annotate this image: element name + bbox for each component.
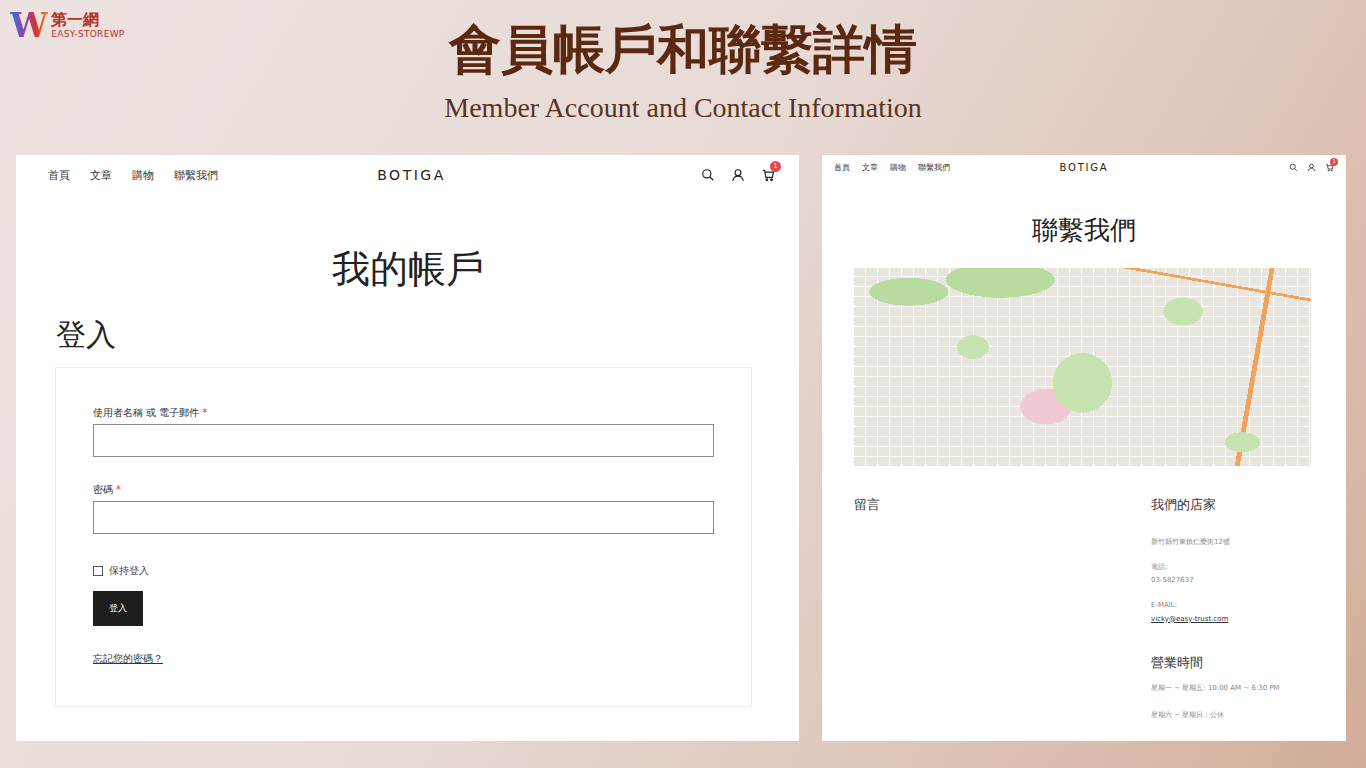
store-address: 新竹縣竹東鎮仁愛街12號 — [1151, 538, 1311, 547]
header-spacer — [922, 0, 1366, 155]
nav-link[interactable]: 聯繫我們 — [918, 162, 950, 173]
nav-link[interactable]: 文章 — [862, 162, 878, 173]
logo-mark: W — [10, 8, 48, 42]
form-field: 使用者名稱 或 電子郵件* — [93, 406, 714, 457]
logo-text: 第一網EASY-STOREWP — [51, 8, 124, 41]
contact-info: 留言我們的店家新竹縣竹東鎮仁愛街12號電話: 03-5827637 E-MAIL: v… — [822, 466, 1346, 720]
search-icon[interactable] — [701, 168, 715, 182]
remember-checkbox[interactable] — [93, 566, 103, 576]
phone-number: 03-5827637 — [1151, 576, 1311, 585]
nav-link[interactable]: 聯繫我們 — [174, 168, 218, 183]
email-label: E-MAIL: — [1151, 601, 1311, 610]
store-heading: 我們的店家 — [1151, 496, 1311, 514]
field-label-text: 使用者名稱 或 電子郵件 — [93, 407, 199, 418]
section-title: 登入 — [16, 317, 799, 353]
text-input[interactable] — [93, 501, 714, 534]
nav-link[interactable]: 首頁 — [48, 168, 70, 183]
slide-subtitle: Member Account and Contact Information — [444, 92, 921, 124]
slide-titles: 會員帳戶和聯繫詳情 Member Account and Contact Info… — [444, 0, 921, 155]
email-link[interactable]: vicky@easy-trust.com — [1151, 615, 1311, 624]
screenshots: 首頁文章購物聯繫我們BOTIGA1我的帳戶登入使用者名稱 或 電子郵件*密碼*保… — [0, 155, 1366, 741]
cart-button[interactable]: 1 — [761, 168, 775, 182]
remember-me[interactable]: 保持登入 — [93, 564, 714, 578]
nav-link[interactable]: 文章 — [90, 168, 112, 183]
slide: W第一網EASY-STOREWP會員帳戶和聯繫詳情Member Account … — [0, 0, 1366, 768]
nav-link[interactable]: 首頁 — [834, 162, 850, 173]
page-title: 聯繫我們 — [822, 215, 1346, 246]
cart-button[interactable]: 1 — [1325, 163, 1334, 172]
contact-screenshot: 首頁文章購物聯繫我們BOTIGA1聯繫我們留言我們的店家新竹縣竹東鎮仁愛街12號… — [822, 155, 1346, 741]
nav-link[interactable]: 購物 — [132, 168, 154, 183]
field-label-text: 密碼 — [93, 484, 113, 495]
nav-icons: 1 — [1109, 163, 1335, 172]
nav-links: 首頁 文章 購物 聯繫我們 — [48, 168, 377, 183]
phone-label: 電話: — [1151, 563, 1311, 572]
field-label: 使用者名稱 或 電子郵件* — [93, 406, 714, 420]
account-screenshot: 首頁文章購物聯繫我們BOTIGA1我的帳戶登入使用者名稱 或 電子郵件*密碼*保… — [16, 155, 799, 741]
site-nav: 首頁 文章 購物 聯繫我們 BOTIGA 1 — [16, 155, 799, 195]
text-input[interactable] — [93, 424, 714, 457]
slide-title: 會員帳戶和聯繫詳情 — [449, 18, 917, 80]
login-form: 使用者名稱 或 電子郵件*密碼*保持登入登入忘記您的密碼？ — [55, 367, 752, 707]
required-mark: * — [202, 407, 207, 418]
location-map[interactable] — [854, 268, 1311, 466]
site-nav: 首頁 文章 購物 聯繫我們 BOTIGA 1 — [822, 155, 1346, 179]
site-logo[interactable]: BOTIGA — [377, 167, 445, 183]
remember-label[interactable]: 保持登入 — [109, 564, 149, 578]
forgot-password-link[interactable]: 忘記您的密碼？ — [93, 652, 163, 666]
hours-line: 星期六 ~ 星期日：公休 — [1151, 711, 1311, 720]
logo-tagline: EASY-STOREWP — [51, 29, 124, 41]
user-icon[interactable] — [731, 168, 745, 182]
nav-links: 首頁 文章 購物 聯繫我們 — [834, 162, 1059, 173]
nav-link[interactable]: 購物 — [890, 162, 906, 173]
brand-logo: W第一網EASY-STOREWP — [0, 0, 444, 155]
cart-count-badge: 1 — [1330, 158, 1338, 166]
store-info: 我們的店家新竹縣竹東鎮仁愛街12號電話: 03-5827637 E-MAIL: vic… — [1151, 496, 1311, 720]
message-heading: 留言 — [854, 496, 1151, 514]
field-label: 密碼* — [93, 483, 714, 497]
logo-name: 第一網 — [51, 10, 124, 29]
page-title: 我的帳戶 — [16, 247, 799, 293]
search-icon[interactable] — [1289, 163, 1298, 172]
hours-line: 星期一 ~ 星期五: 10:00 AM ~ 6:30 PM — [1151, 684, 1311, 693]
site-logo[interactable]: BOTIGA — [1059, 162, 1108, 173]
user-icon[interactable] — [1307, 163, 1316, 172]
slide-header: W第一網EASY-STOREWP會員帳戶和聯繫詳情Member Account … — [0, 0, 1366, 155]
cart-count-badge: 1 — [770, 161, 781, 172]
nav-icons: 1 — [446, 168, 775, 182]
hours-heading: 營業時間 — [1151, 654, 1311, 672]
message-section: 留言 — [854, 496, 1151, 720]
required-mark: * — [116, 484, 121, 495]
login-button[interactable]: 登入 — [93, 591, 143, 626]
form-field: 密碼* — [93, 483, 714, 534]
